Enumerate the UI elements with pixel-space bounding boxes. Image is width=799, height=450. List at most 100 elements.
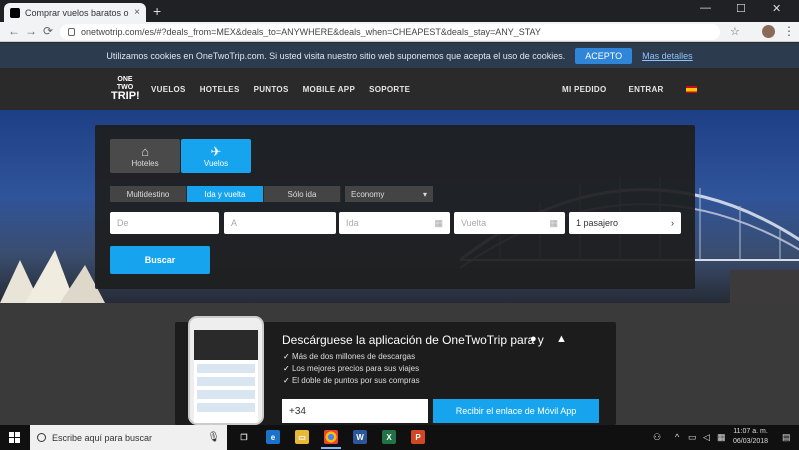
airplane-icon: ✈ (210, 144, 222, 159)
edge-icon[interactable]: e (266, 430, 280, 444)
reload-button[interactable]: ⟳ (43, 24, 53, 38)
tab-close-icon[interactable]: × (134, 7, 140, 18)
nav-vuelos[interactable]: VUELOS (151, 85, 186, 94)
file-explorer-icon[interactable]: ▭ (295, 430, 309, 444)
address-bar[interactable]: onetwotrip.com/es/#?deals_from=MEX&deals… (60, 24, 720, 40)
profile-avatar[interactable] (762, 25, 775, 38)
apple-icon: ● (530, 333, 537, 345)
task-view-icon[interactable]: ❐ (237, 430, 251, 444)
my-order-link[interactable]: MI PEDIDO (562, 85, 606, 94)
excel-icon[interactable]: X (382, 430, 396, 444)
windows-taskbar: Escribe aquí para buscar 🎙 ❐ e ▭ W X P ⚇… (0, 425, 799, 450)
tab-hotels[interactable]: ⌂ Hoteles (110, 139, 180, 173)
send-app-link-button[interactable]: Recibir el enlace de Móvil App (433, 399, 599, 423)
cabin-class-value: Economy (351, 189, 385, 199)
browser-menu-icon[interactable]: ⋮ (783, 24, 795, 38)
taskbar-search-box[interactable]: Escribe aquí para buscar 🎙 (30, 425, 227, 450)
minimize-button[interactable]: — (700, 2, 711, 14)
windows-start-icon[interactable] (9, 432, 20, 443)
bed-icon: ⌂ (141, 144, 149, 159)
clock-date: 06/03/2018 (733, 438, 769, 445)
promo-title: Descárguese la aplicación de OneTwoTrip … (282, 333, 544, 347)
nav-mobile-app[interactable]: MOBILE APP (303, 85, 355, 94)
return-placeholder: Vuelta (461, 218, 487, 228)
network-icon[interactable]: ▭ (688, 432, 697, 443)
promo-bullet: Más de dos millones de descargas (283, 351, 420, 363)
logo-bottom-text: TRIP! (111, 90, 140, 102)
notifications-icon[interactable]: ▤ (782, 432, 791, 443)
trip-type-multicity[interactable]: Multidestino (110, 186, 187, 202)
promo-title-text: Descárguese la aplicación de OneTwoTrip … (282, 333, 544, 347)
taskbar-search-placeholder: Escribe aquí para buscar (52, 432, 153, 443)
nav-soporte[interactable]: SOPORTE (369, 85, 410, 94)
browser-tab[interactable]: Comprar vuelos baratos online a... × (4, 3, 146, 22)
departure-placeholder: Ida (346, 218, 359, 228)
departure-date-field[interactable]: Ida ▦ (339, 212, 450, 234)
lock-icon (68, 28, 75, 36)
chevron-right-icon: › (671, 218, 674, 228)
tab-flights[interactable]: ✈ Vuelos (181, 139, 251, 173)
promo-bullet: El doble de puntos por sus compras (283, 375, 420, 387)
chevron-down-icon: ▾ (422, 189, 427, 199)
language-icon[interactable]: ▦ (717, 432, 726, 443)
taskbar-clock[interactable]: 11:07 a. m. 06/03/2018 (733, 427, 768, 447)
trip-type-selector: Multidestino Ida y vuelta Sólo ida (110, 186, 341, 202)
site-header: ONE TWO TRIP! VUELOS HOTELES PUNTOS MOBI… (0, 68, 799, 110)
calendar-icon: ▦ (434, 217, 443, 228)
return-date-field[interactable]: Vuelta ▦ (454, 212, 565, 234)
phone-screen (194, 330, 258, 423)
phone-row (197, 377, 255, 386)
origin-field[interactable]: De (110, 212, 219, 234)
trip-type-oneway[interactable]: Sólo ida (264, 186, 341, 202)
nav-puntos[interactable]: PUNTOS (254, 85, 289, 94)
passengers-field[interactable]: 1 pasajero › (569, 212, 681, 234)
destination-field[interactable]: A (224, 212, 336, 234)
people-icon[interactable]: ⚇ (653, 432, 661, 443)
passengers-value: 1 pasajero (576, 218, 619, 228)
close-window-button[interactable]: ✕ (772, 2, 781, 15)
accept-cookies-button[interactable]: ACEPTO (575, 47, 633, 64)
maximize-button[interactable]: ☐ (736, 2, 746, 15)
flight-search-panel: ⌂ Hoteles ✈ Vuelos Multidestino Ida y vu… (95, 125, 695, 289)
tray-chevron-icon[interactable]: ^ (675, 432, 679, 442)
promo-bullet: Los mejores precios para sus viajes (283, 363, 420, 375)
nav-hoteles[interactable]: HOTELES (200, 85, 240, 94)
url-text: onetwotrip.com/es/#?deals_from=MEX&deals… (81, 27, 541, 37)
forward-button[interactable]: → (25, 24, 37, 38)
browser-toolbar: ← → ⟳ onetwotrip.com/es/#?deals_from=MEX… (0, 22, 799, 42)
logo-top-text: ONE TWO (116, 76, 134, 91)
login-link[interactable]: ENTRAR (628, 85, 663, 94)
phone-number-input[interactable]: +34 (282, 399, 428, 423)
tab-title: Comprar vuelos baratos online a... (25, 7, 129, 18)
onetwotrip-favicon-icon (10, 7, 20, 18)
cookie-text: Utilizamos cookies en OneTwoTrip.com. Si… (106, 50, 566, 61)
promo-bullets: Más de dos millones de descargas Los mej… (283, 351, 420, 387)
clock-time: 11:07 a. m. (733, 428, 768, 435)
microphone-icon[interactable]: 🎙 (207, 432, 220, 443)
new-tab-button[interactable]: + (153, 3, 161, 19)
spain-flag-icon[interactable] (685, 86, 697, 93)
back-button[interactable]: ← (8, 24, 20, 38)
word-icon[interactable]: W (353, 430, 367, 444)
phone-row (197, 403, 255, 412)
phone-screen-header (194, 330, 258, 360)
bookmark-star-icon[interactable]: ☆ (730, 25, 740, 38)
volume-icon[interactable]: ◁ (703, 432, 710, 443)
trip-type-roundtrip[interactable]: Ida y vuelta (187, 186, 264, 202)
chrome-icon[interactable] (321, 430, 341, 449)
origin-placeholder: De (117, 218, 129, 228)
phone-row (197, 364, 255, 373)
phone-prefix: +34 (289, 405, 306, 417)
cortana-icon (37, 433, 46, 442)
cabin-class-select[interactable]: Economy ▾ (345, 186, 433, 202)
cookie-details-link[interactable]: Mas detalles (642, 51, 693, 61)
browser-tab-strip: Comprar vuelos baratos online a... × + —… (0, 0, 799, 22)
phone-row (197, 390, 255, 399)
tab-flights-label: Vuelos (203, 159, 229, 168)
powerpoint-icon[interactable]: P (411, 430, 425, 444)
main-nav: VUELOS HOTELES PUNTOS MOBILE APP SOPORTE (151, 85, 410, 94)
phone-mockup-image (188, 316, 264, 425)
tab-hotels-label: Hoteles (131, 159, 159, 168)
search-button[interactable]: Buscar (110, 246, 210, 274)
onetwotrip-logo[interactable]: ONE TWO TRIP! (111, 76, 140, 104)
